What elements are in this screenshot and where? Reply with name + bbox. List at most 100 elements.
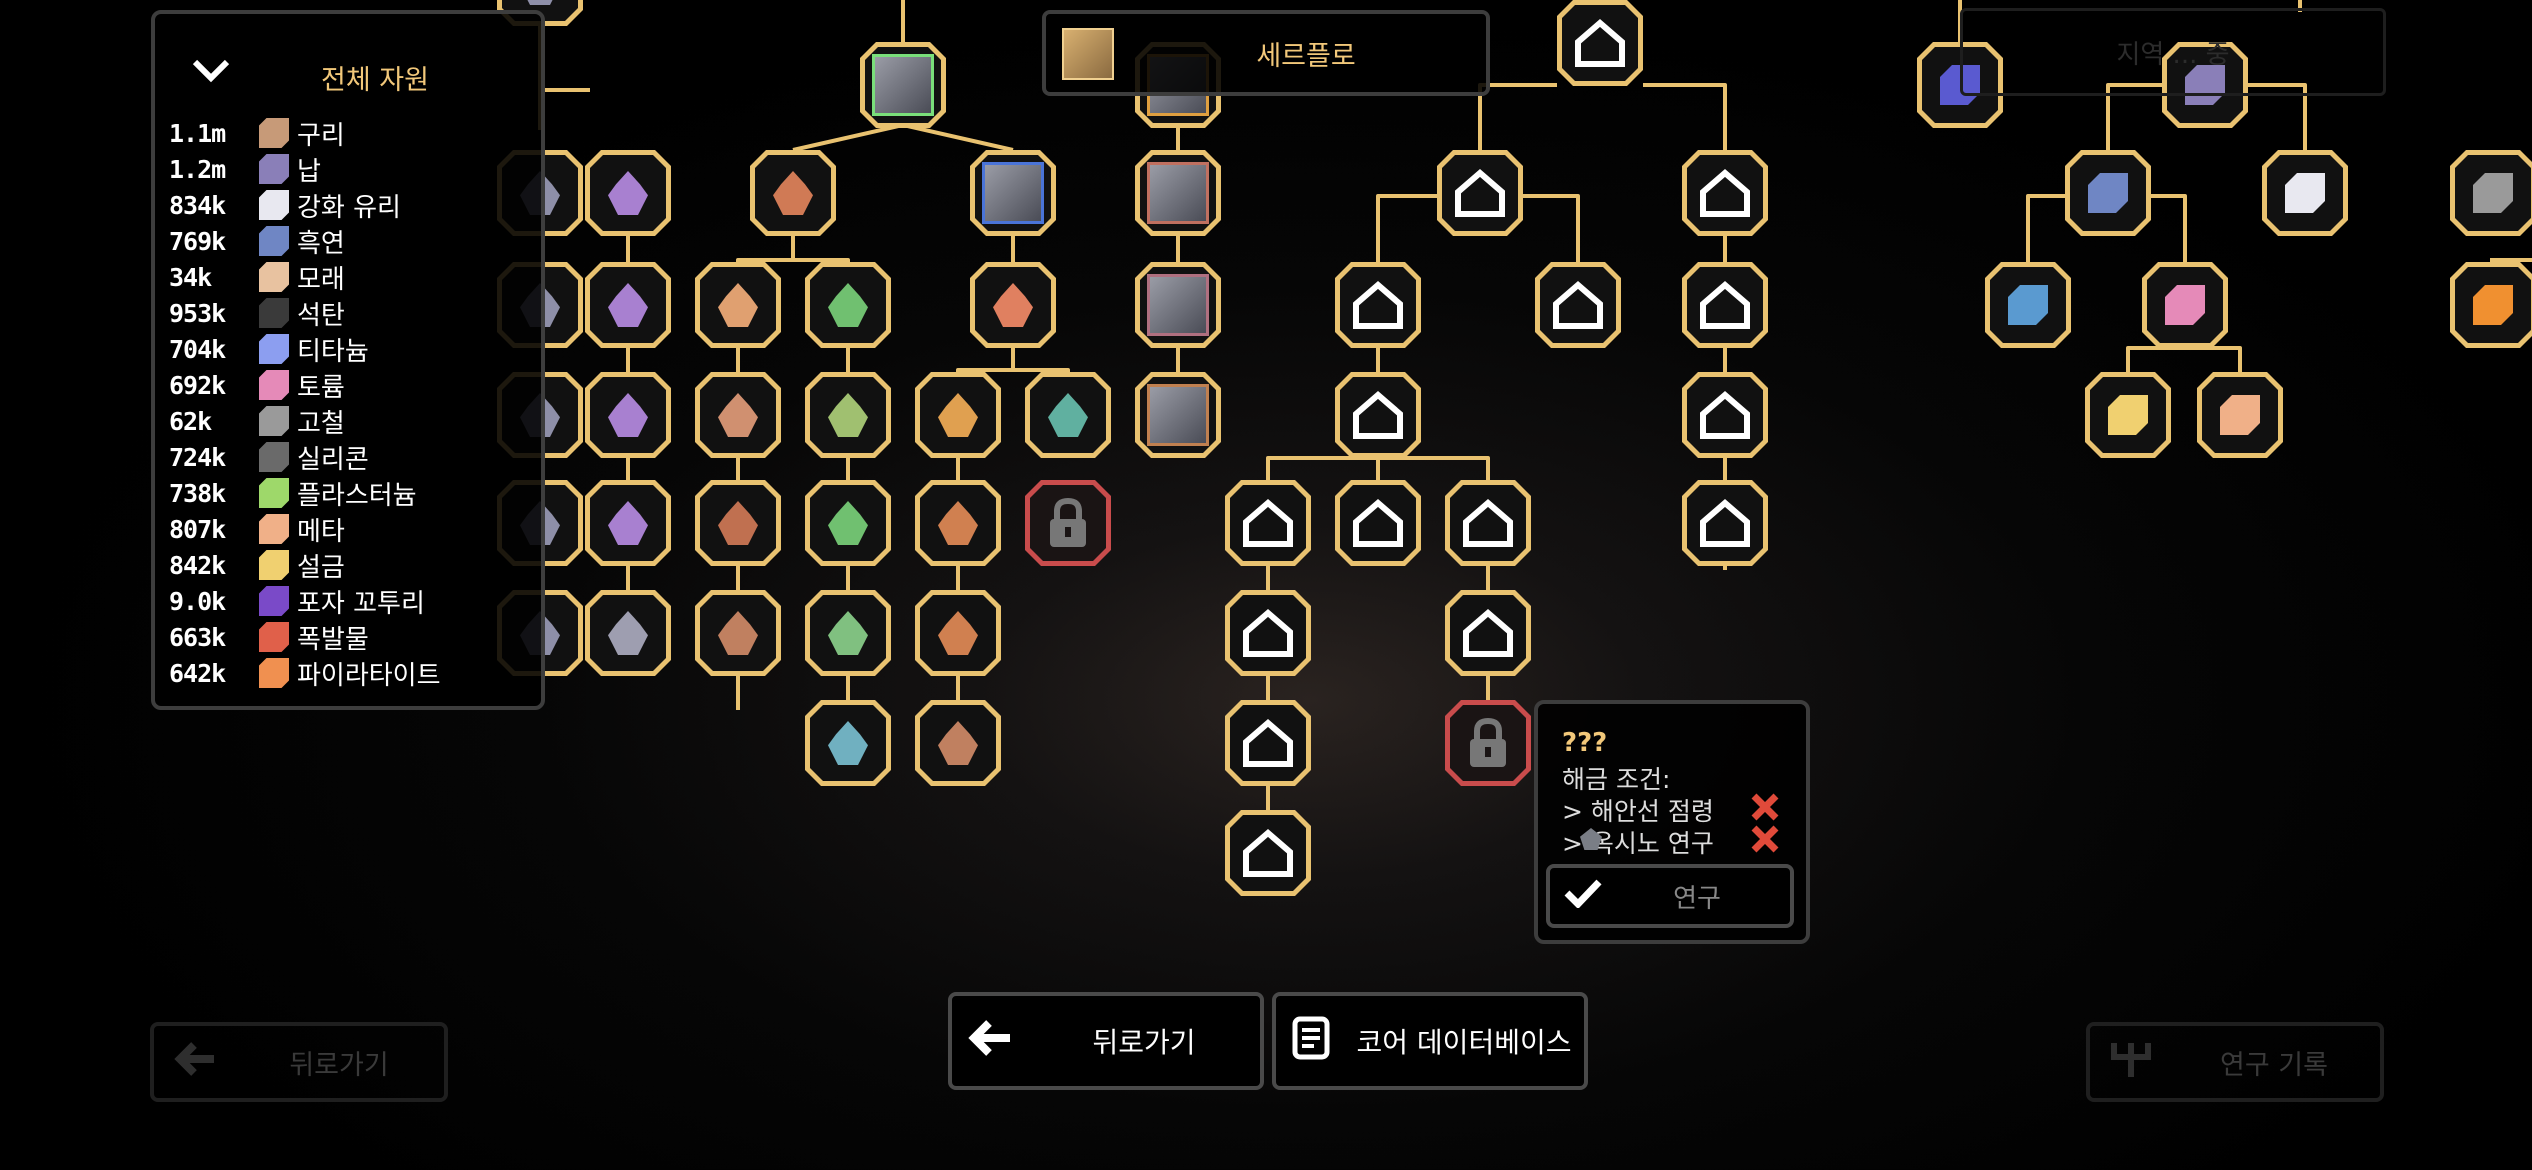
core-database-button-label: 코어 데이터베이스 <box>1356 1026 1572 1059</box>
research-node-sector[interactable] <box>1437 150 1523 236</box>
research-node-block[interactable] <box>1135 150 1221 236</box>
resource-name: 흑연 <box>297 228 345 259</box>
research-node-unit[interactable] <box>915 480 1001 566</box>
core-database-button[interactable]: 코어 데이터베이스 <box>1272 992 1588 1090</box>
resource-row: 9.0k 포자 꼬투리 <box>169 584 425 619</box>
research-node-item[interactable] <box>2450 262 2532 348</box>
resource-icon <box>259 658 289 688</box>
research-node-unit[interactable] <box>915 700 1001 786</box>
background-info-box: 지역 ... 중 <box>1960 8 2386 96</box>
research-node-unit[interactable] <box>585 372 671 458</box>
research-node-sector[interactable] <box>1225 810 1311 896</box>
research-node-sector[interactable] <box>1557 0 1643 86</box>
resource-amount: 769k <box>169 226 226 256</box>
research-node-unit[interactable] <box>585 150 671 236</box>
research-node-block[interactable] <box>970 150 1056 236</box>
database-icon <box>1292 1016 1344 1067</box>
resource-row: 738k 플라스터늄 <box>169 476 417 511</box>
resource-amount: 834k <box>169 190 226 220</box>
research-node-sector[interactable] <box>1225 700 1311 786</box>
research-node-unit[interactable] <box>695 480 781 566</box>
research-node-sector[interactable] <box>1445 590 1531 676</box>
research-node-unit[interactable] <box>695 590 781 676</box>
resource-row: 704k 티타늄 <box>169 332 369 367</box>
back-button[interactable]: 뒤로가기 <box>948 992 1264 1090</box>
locked-node-tooltip: ??? 해금 조건: > 해안선 점령 > 옥시노 연구 연구 <box>1534 700 1810 944</box>
research-node-unit[interactable] <box>750 150 836 236</box>
research-node-unit[interactable] <box>585 480 671 566</box>
cross-icon <box>1750 824 1780 854</box>
resource-icon <box>259 622 289 652</box>
research-node-unit[interactable] <box>695 262 781 348</box>
research-node-sector[interactable] <box>1335 372 1421 458</box>
resource-amount: 62k <box>169 406 212 436</box>
research-node-unit[interactable] <box>805 372 891 458</box>
research-node-sector[interactable] <box>1335 480 1421 566</box>
resource-row: 769k 흑연 <box>169 224 345 259</box>
resource-amount: 663k <box>169 622 226 652</box>
research-node-block[interactable] <box>1135 372 1221 458</box>
resource-name: 티타늄 <box>297 336 369 367</box>
resource-name: 모래 <box>297 264 345 295</box>
research-node-item[interactable] <box>2142 262 2228 348</box>
research-node-item[interactable] <box>2085 372 2171 458</box>
research-node-locked[interactable] <box>1025 480 1111 566</box>
research-node-block[interactable] <box>1135 262 1221 348</box>
back-button-label: 뒤로가기 <box>1092 1026 1196 1059</box>
resource-row: 62k 고철 <box>169 404 345 439</box>
serpulo-icon <box>1062 28 1114 80</box>
research-node-unit[interactable] <box>585 262 671 348</box>
resource-icon <box>259 118 289 148</box>
research-node-unit[interactable] <box>805 262 891 348</box>
research-node-sector[interactable] <box>1335 262 1421 348</box>
resource-icon <box>259 298 289 328</box>
back-button-dim-label: 뒤로가기 <box>289 1049 389 1081</box>
resource-row: 663k 폭발물 <box>169 620 369 655</box>
research-node-item[interactable] <box>2065 150 2151 236</box>
research-button[interactable]: 연구 <box>1546 864 1794 928</box>
cross-icon <box>1750 792 1780 822</box>
resources-title: 전체 자원 <box>321 65 429 96</box>
research-node-block[interactable] <box>860 42 946 128</box>
research-node-unit[interactable] <box>805 700 891 786</box>
research-node-sector[interactable] <box>1445 480 1531 566</box>
research-node-item[interactable] <box>2262 150 2348 236</box>
research-node-sector[interactable] <box>1535 262 1621 348</box>
resource-row: 692k 토륨 <box>169 368 345 403</box>
research-node-item[interactable] <box>2450 150 2532 236</box>
resource-icon <box>259 370 289 400</box>
research-node-sector[interactable] <box>1225 590 1311 676</box>
resource-row: 34k 모래 <box>169 260 345 295</box>
research-node-unit[interactable] <box>585 590 671 676</box>
research-node-unit[interactable] <box>695 372 781 458</box>
research-node-unit[interactable] <box>1025 372 1111 458</box>
research-node-item[interactable] <box>1985 262 2071 348</box>
resource-icon <box>259 478 289 508</box>
collapse-chevron-icon[interactable] <box>191 56 231 88</box>
resource-name: 석탄 <box>297 300 345 331</box>
research-node-sector[interactable] <box>1682 262 1768 348</box>
research-node-unit[interactable] <box>805 480 891 566</box>
research-node-sector[interactable] <box>1682 150 1768 236</box>
resource-amount: 738k <box>169 478 226 508</box>
resource-icon <box>259 550 289 580</box>
research-node-sector[interactable] <box>1682 480 1768 566</box>
research-node-unit[interactable] <box>970 262 1056 348</box>
resource-row: 724k 실리콘 <box>169 440 369 475</box>
lock-icon <box>1030 485 1106 561</box>
resource-name: 강화 유리 <box>297 192 401 223</box>
research-node-unit[interactable] <box>915 372 1001 458</box>
resource-icon <box>259 262 289 292</box>
resource-name: 고철 <box>297 408 345 439</box>
resource-amount: 953k <box>169 298 226 328</box>
resource-amount: 1.1m <box>169 118 226 148</box>
research-node-sector[interactable] <box>1682 372 1768 458</box>
arrow-left-icon <box>174 1041 234 1084</box>
research-node-item[interactable] <box>2197 372 2283 458</box>
research-node-sector[interactable] <box>1225 480 1311 566</box>
resource-amount: 692k <box>169 370 226 400</box>
resource-icon <box>259 442 289 472</box>
research-node-unit[interactable] <box>805 590 891 676</box>
research-node-locked[interactable] <box>1445 700 1531 786</box>
research-node-unit[interactable] <box>915 590 1001 676</box>
